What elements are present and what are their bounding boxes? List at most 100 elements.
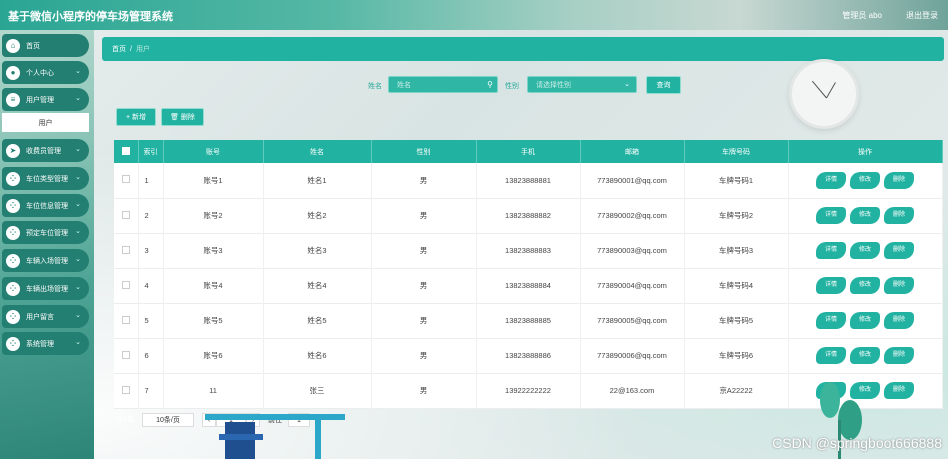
- row-select-cell[interactable]: [114, 338, 139, 373]
- chevron-down-icon: ⌄: [75, 256, 81, 263]
- sidebar-item[interactable]: ⁘ 预定车位管理 ⌄: [2, 221, 89, 244]
- sidebar-item-label: 收费员管理: [26, 147, 61, 155]
- table-cell: 账号3: [163, 233, 264, 268]
- delete-row-button[interactable]: 删除: [884, 171, 914, 189]
- app-title: 基于微信小程序的停车场管理系统: [8, 11, 173, 23]
- grid-icon: ⁘: [6, 336, 20, 351]
- table-cell: 账号6: [163, 338, 264, 373]
- sidebar-subitem-user[interactable]: 用户: [2, 113, 89, 132]
- breadcrumb-home[interactable]: 首页: [112, 44, 126, 54]
- table-cell: 773890003@qq.com: [580, 233, 685, 268]
- logout-link[interactable]: 退出登录: [906, 10, 938, 21]
- delete-row-button[interactable]: 删除: [884, 242, 914, 259]
- sidebar-item-label: 用户管理: [26, 96, 54, 104]
- row-select-cell[interactable]: [114, 198, 139, 233]
- row-checkbox[interactable]: [121, 245, 130, 254]
- chevron-down-icon: ⌄: [75, 312, 81, 319]
- column-header: 操作: [788, 140, 943, 163]
- table-cell: 账号4: [163, 268, 264, 303]
- add-button[interactable]: + 新增: [116, 108, 156, 126]
- detail-button[interactable]: 详情: [816, 207, 846, 224]
- sidebar-item-label: 车辆出场管理: [26, 285, 68, 293]
- gender-label: 性别: [505, 83, 519, 90]
- detail-button[interactable]: 详情: [816, 171, 846, 189]
- sidebar-item[interactable]: ⁘ 用户留言 ⌄: [2, 305, 89, 328]
- detail-button[interactable]: 详情: [816, 242, 846, 259]
- row-checkbox[interactable]: [121, 210, 130, 219]
- row-select-cell[interactable]: [114, 163, 139, 198]
- table-cell: 姓名1: [263, 163, 372, 198]
- table-cell: 5: [138, 303, 164, 338]
- row-checkbox[interactable]: [121, 315, 130, 324]
- edit-button[interactable]: 修改: [850, 171, 880, 189]
- edit-button[interactable]: 修改: [850, 277, 880, 294]
- sidebar-item[interactable]: ➤ 收费员管理 ⌄: [2, 139, 89, 162]
- edit-button[interactable]: 修改: [850, 207, 880, 224]
- row-checkbox[interactable]: [121, 175, 130, 184]
- detail-button[interactable]: 详情: [816, 312, 846, 329]
- row-select-cell[interactable]: [114, 268, 139, 303]
- sidebar-item[interactable]: ⁘ 系统管理 ⌄: [2, 332, 89, 355]
- gender-select[interactable]: 请选择性别 ⌄: [527, 76, 637, 93]
- sidebar-item-label: 首页: [26, 42, 40, 50]
- delete-row-button[interactable]: 删除: [884, 277, 914, 294]
- table-cell: 车牌号码3: [684, 233, 789, 268]
- sidebar-item[interactable]: ⁘ 车位类型管理 ⌄: [2, 167, 89, 190]
- actions-cell: 详情修改删除: [788, 163, 943, 198]
- table-cell: 男: [371, 198, 477, 233]
- actions-cell: 详情修改删除: [788, 233, 943, 268]
- send-icon: ➤: [6, 143, 20, 158]
- sidebar-item[interactable]: ≡ 用户管理 ⌄: [2, 88, 89, 111]
- row-select-cell[interactable]: [114, 373, 139, 408]
- row-select-cell[interactable]: [114, 233, 139, 268]
- row-checkbox[interactable]: [121, 385, 130, 394]
- table-cell: 车牌号码1: [684, 163, 789, 198]
- delete-row-button[interactable]: 删除: [884, 312, 914, 329]
- table-body: 1 账号1 姓名1 男 13823888881 773890001@qq.com 车牌号码1…: [114, 163, 943, 408]
- delete-row-button[interactable]: 删除: [884, 382, 914, 399]
- table-cell: 男: [371, 338, 477, 373]
- sidebar-item[interactable]: ● 个人中心 ⌄: [2, 61, 89, 84]
- sidebar-item[interactable]: ⁘ 车位信息管理 ⌄: [2, 194, 89, 217]
- grid-icon: ⁘: [6, 225, 20, 240]
- sidebar-item-label: 车辆入场管理: [26, 257, 68, 265]
- admin-label: 管理员 abo: [842, 11, 882, 20]
- edit-button[interactable]: 修改: [850, 312, 880, 329]
- select-all-cell[interactable]: [114, 140, 139, 163]
- page-size-select[interactable]: 10条/页: [142, 413, 194, 427]
- actions-cell: 详情修改删除: [788, 303, 943, 338]
- name-search-input[interactable]: 姓名 ⚲: [388, 76, 498, 93]
- column-header: 车牌号码: [684, 140, 789, 163]
- sidebar-item[interactable]: ⁘ 车辆出场管理 ⌄: [2, 277, 89, 300]
- table-header-row: 索引 账号 姓名 性别 手机 邮箱 车牌号码 操作: [114, 140, 943, 163]
- chevron-down-icon: ⌄: [75, 228, 81, 235]
- table-cell: 男: [371, 303, 477, 338]
- query-button[interactable]: 查询: [646, 76, 681, 94]
- delete-button[interactable]: 🗑 删除: [161, 108, 204, 126]
- delete-row-button[interactable]: 删除: [884, 347, 914, 364]
- edit-button[interactable]: 修改: [850, 242, 880, 259]
- edit-button[interactable]: 修改: [850, 347, 880, 364]
- breadcrumb-separator: /: [130, 45, 132, 53]
- grid-icon: ⁘: [6, 253, 20, 268]
- chevron-down-icon: ⌄: [75, 174, 81, 181]
- detail-button[interactable]: 详情: [816, 277, 846, 294]
- sidebar-item[interactable]: ⌂ 首页: [2, 34, 89, 57]
- watermark-text: CSDN @springboot666888: [772, 435, 942, 451]
- row-checkbox[interactable]: [121, 280, 130, 289]
- table-cell: 男: [371, 373, 477, 408]
- row-checkbox[interactable]: [121, 350, 130, 359]
- column-header: 姓名: [263, 140, 372, 163]
- table-cell: 773890002@qq.com: [580, 198, 685, 233]
- table-row: 6 账号6 姓名6 男 13823888886 773890006@qq.com 车牌号码6…: [114, 338, 943, 373]
- detail-button[interactable]: 详情: [816, 347, 846, 364]
- delete-row-button[interactable]: 删除: [884, 207, 914, 224]
- sidebar-item-label: 个人中心: [26, 69, 54, 77]
- select-all-checkbox[interactable]: [121, 146, 130, 155]
- sidebar-item[interactable]: ⁘ 车辆入场管理 ⌄: [2, 249, 89, 272]
- table-row: 4 账号4 姓名4 男 13823888884 773890004@qq.com 车牌号码4…: [114, 268, 943, 303]
- column-header: 账号: [163, 140, 264, 163]
- table-cell: 姓名6: [263, 338, 372, 373]
- row-select-cell[interactable]: [114, 303, 139, 338]
- grid-icon: ⁘: [6, 198, 20, 213]
